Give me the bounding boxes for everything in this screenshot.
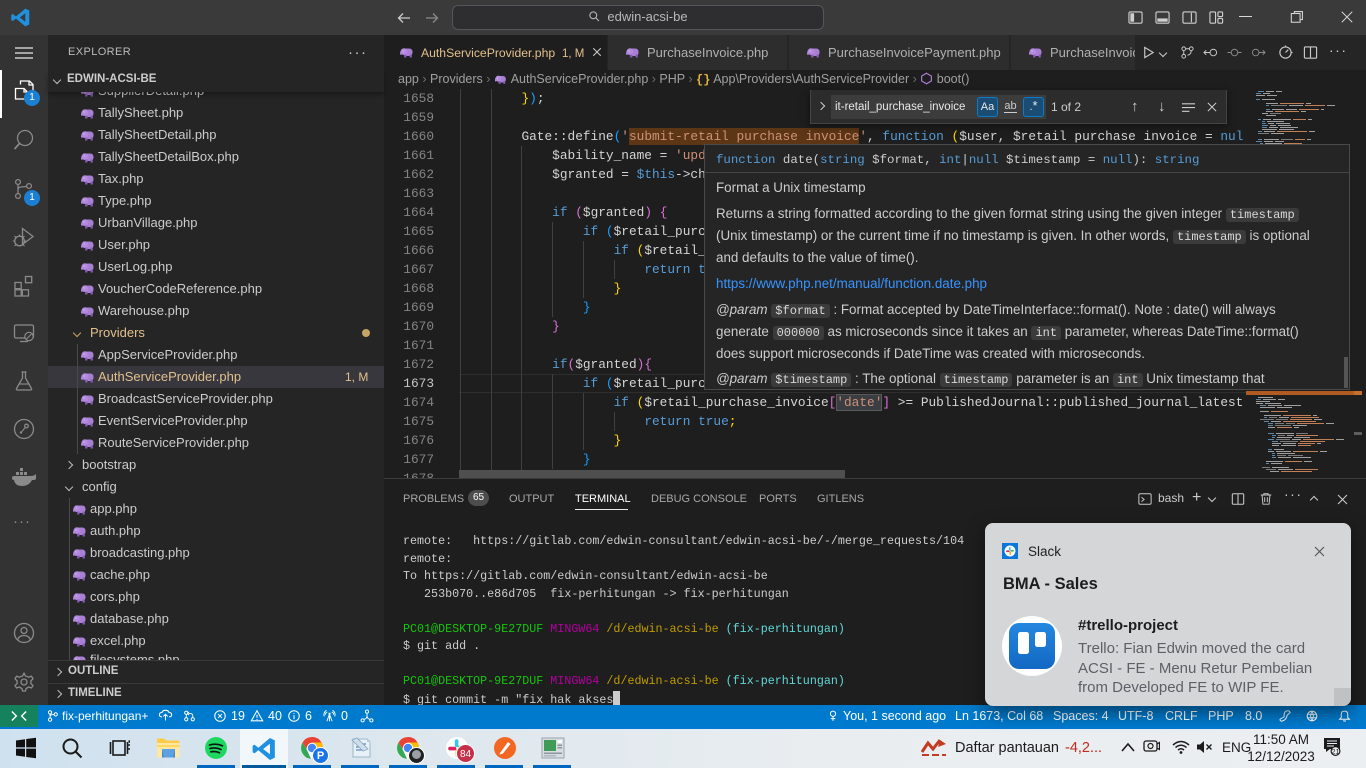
svg-text:21: 21: [1331, 747, 1339, 756]
